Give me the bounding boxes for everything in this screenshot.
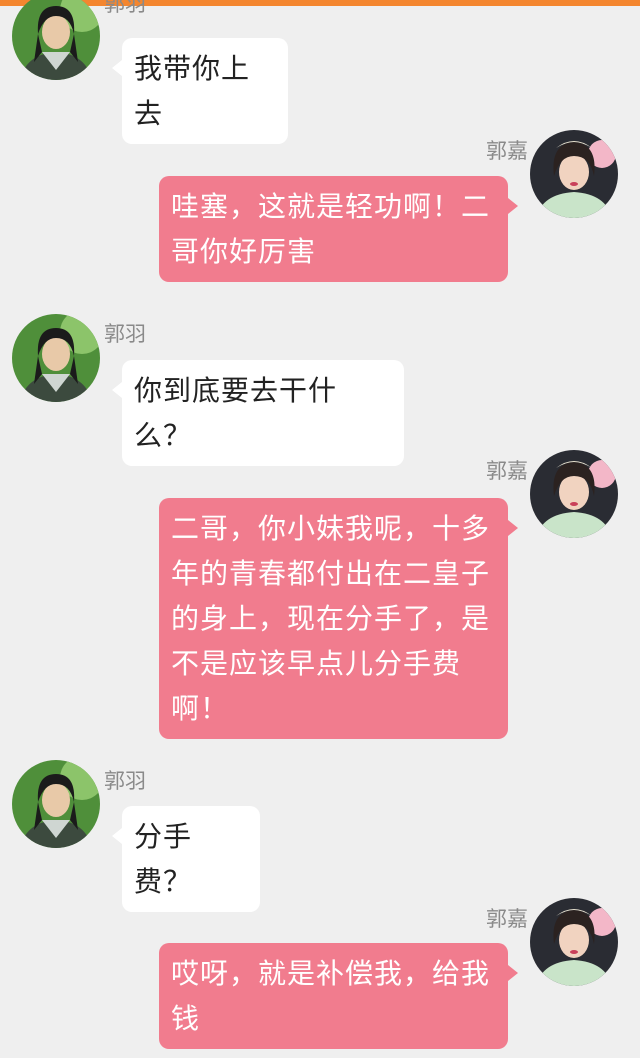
message-bubble-incoming[interactable]: 分手费？ <box>112 806 260 912</box>
sender-name: 郭羽 <box>104 322 146 346</box>
sender-name: 郭嘉 <box>486 907 528 931</box>
female-avatar-icon[interactable] <box>530 130 618 218</box>
male-avatar-icon[interactable] <box>12 314 100 402</box>
male-avatar-icon[interactable] <box>12 0 100 80</box>
male-avatar-icon[interactable] <box>12 760 100 848</box>
message-bubble-incoming[interactable]: 我带你上去 <box>112 38 288 144</box>
sender-name: 郭嘉 <box>486 139 528 163</box>
message-bubble-outgoing[interactable]: 二哥，你小妹我呢，十多年的青春都付出在二皇子的身上，现在分手了，是不是应该早点儿… <box>159 498 518 739</box>
sender-name: 郭羽 <box>104 0 146 16</box>
sender-name: 郭嘉 <box>486 459 528 483</box>
female-avatar-icon[interactable] <box>530 450 618 538</box>
top-status-bar <box>0 0 640 6</box>
message-bubble-incoming[interactable]: 你到底要去干什么？ <box>112 360 404 466</box>
message-bubble-outgoing[interactable]: 哎呀，就是补偿我，给我钱 <box>159 943 518 1049</box>
message-bubble-outgoing[interactable]: 哇塞，这就是轻功啊！二哥你好厉害 <box>159 176 518 282</box>
female-avatar-icon[interactable] <box>530 898 618 986</box>
sender-name: 郭羽 <box>104 769 146 793</box>
